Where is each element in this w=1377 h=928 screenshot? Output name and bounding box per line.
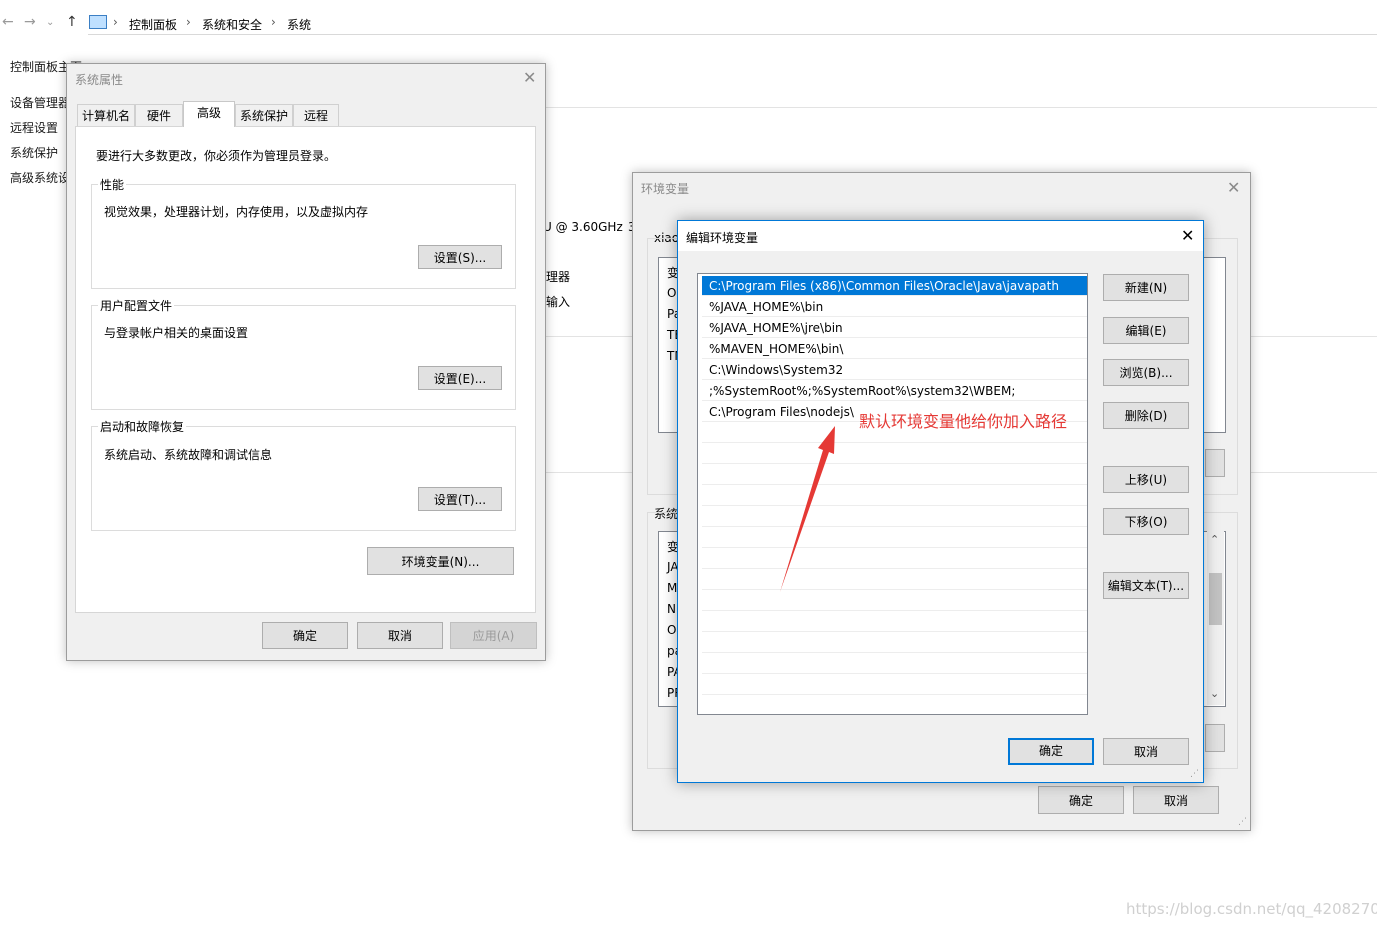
watermark: https://blog.csdn.net/qq_42082701 [1126,900,1377,918]
annotation-arrow [780,426,835,592]
annotation-arrow-shape [780,426,835,592]
annotation-text: 默认环境变量他给你加入路径 [859,412,1068,431]
tab-advanced[interactable]: 高级 [183,101,235,127]
